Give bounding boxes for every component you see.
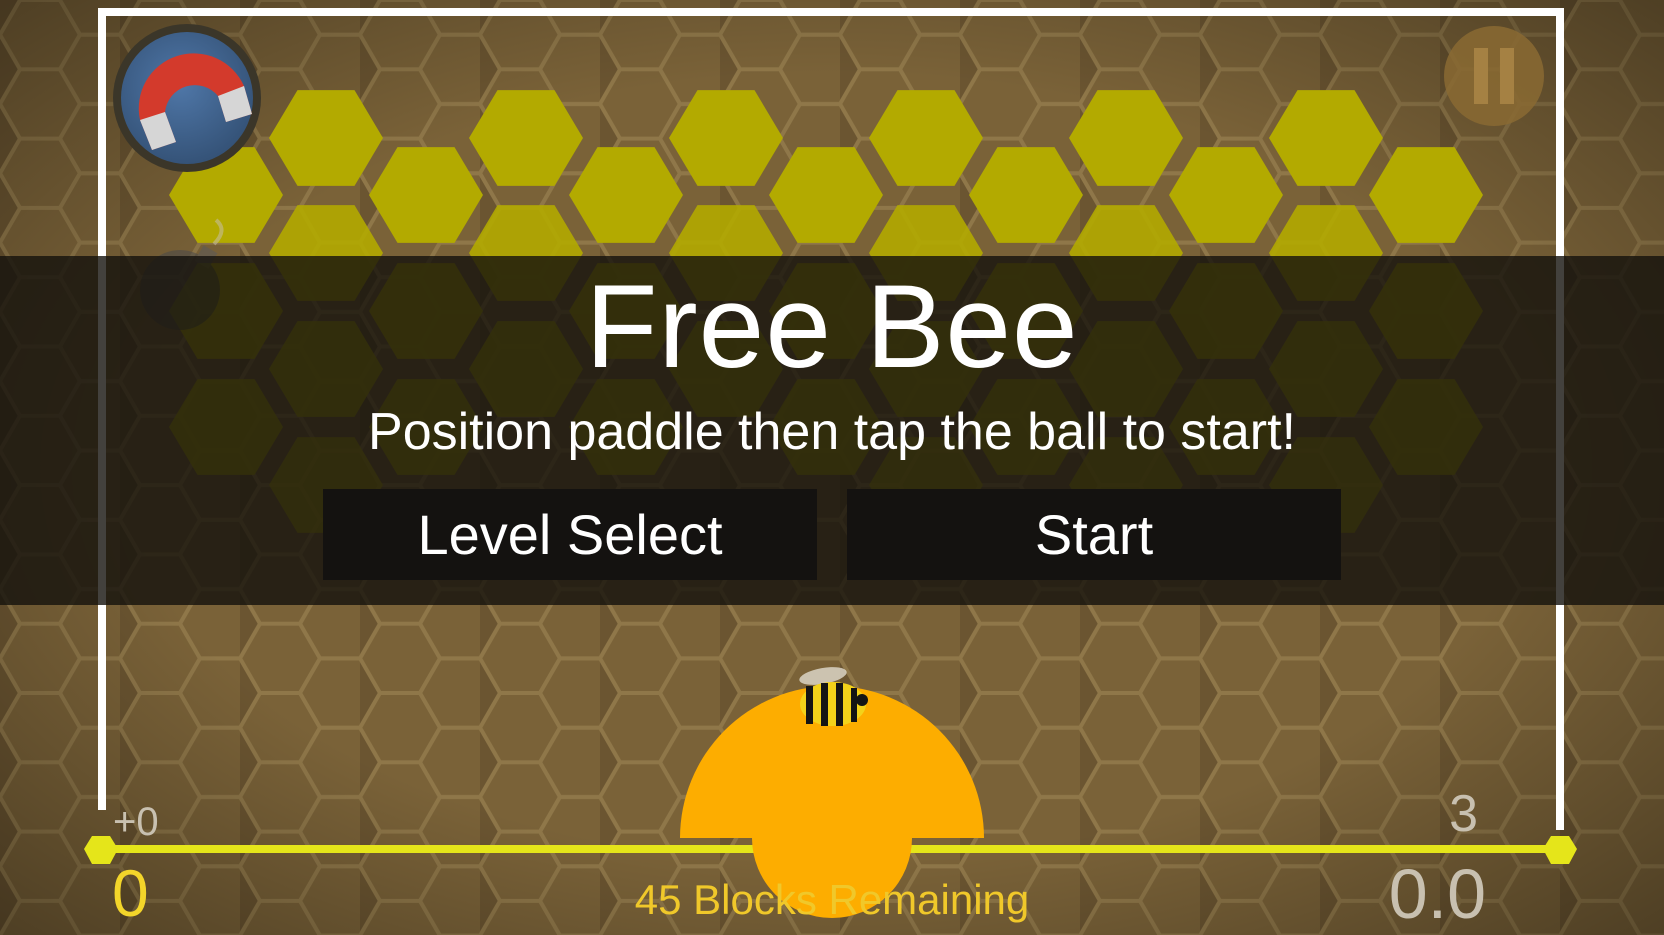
level-select-button[interactable]: Level Select: [323, 489, 817, 580]
magnet-icon[interactable]: [113, 24, 261, 172]
start-button[interactable]: Start: [847, 489, 1341, 580]
bonus-counter: +0: [113, 800, 159, 844]
start-instruction: Position paddle then tap the ball to sta…: [368, 403, 1296, 461]
lives-counter: 3: [1449, 785, 1478, 843]
pause-icon[interactable]: [1444, 26, 1544, 126]
level-title: Free Bee: [585, 261, 1079, 393]
blocks-remaining-label: 45 Blocks Remaining: [634, 876, 1030, 923]
